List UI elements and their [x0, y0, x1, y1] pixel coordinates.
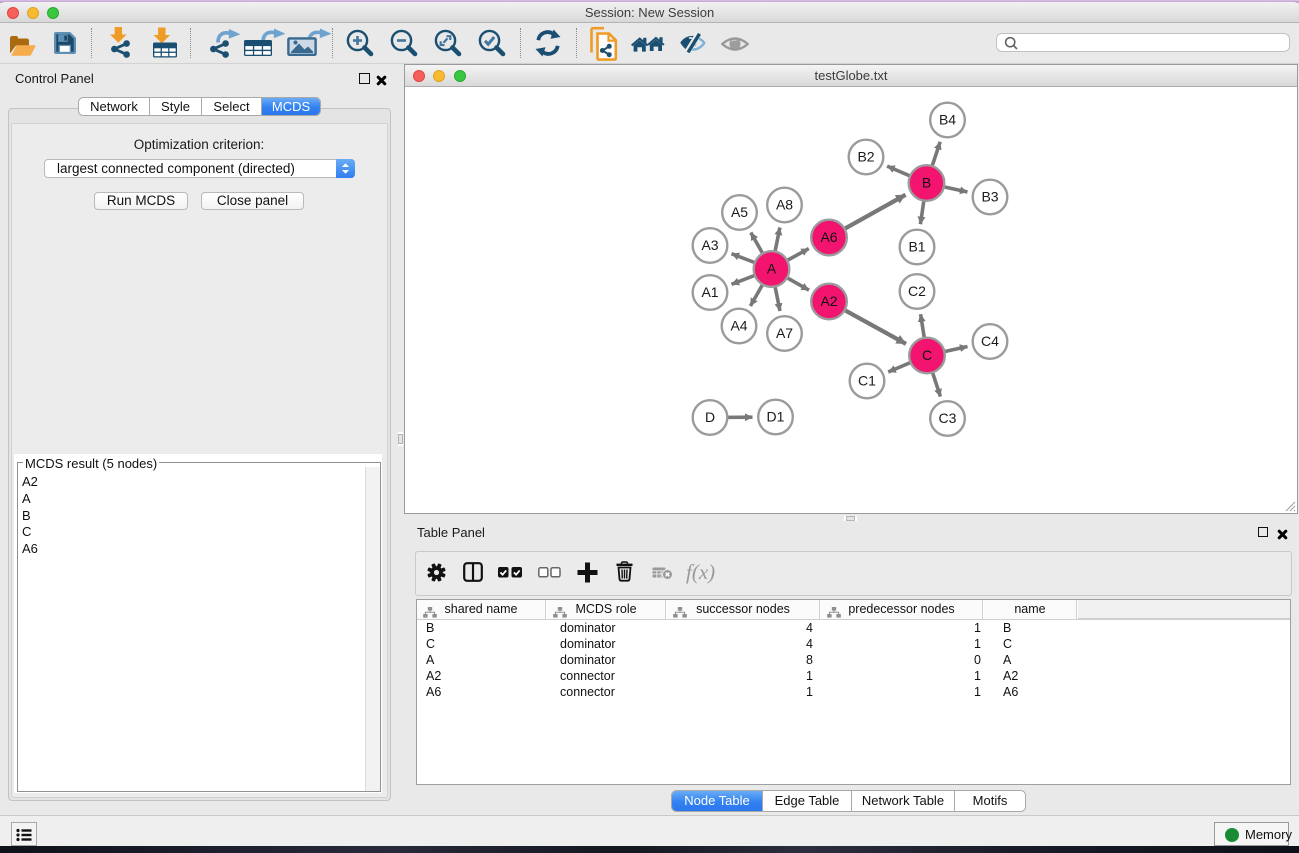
svg-text:B2: B2 [857, 149, 874, 165]
svg-text:C4: C4 [981, 333, 999, 349]
svg-text:C1: C1 [858, 373, 876, 389]
svg-text:A6: A6 [820, 229, 837, 245]
svg-text:C2: C2 [908, 283, 926, 299]
svg-text:A4: A4 [730, 318, 747, 334]
svg-text:D1: D1 [767, 409, 785, 425]
svg-text:D: D [705, 409, 715, 425]
svg-text:A7: A7 [776, 325, 793, 341]
svg-text:C: C [922, 347, 932, 363]
svg-text:A8: A8 [776, 197, 793, 213]
svg-text:A: A [767, 261, 777, 277]
svg-text:C3: C3 [939, 410, 957, 426]
svg-text:A2: A2 [820, 293, 837, 309]
svg-text:B4: B4 [939, 112, 956, 128]
svg-text:B: B [922, 175, 931, 191]
svg-text:B1: B1 [908, 239, 925, 255]
svg-text:B3: B3 [981, 189, 998, 205]
svg-text:A5: A5 [731, 204, 748, 220]
svg-text:A3: A3 [701, 237, 718, 253]
svg-text:A1: A1 [701, 284, 718, 300]
